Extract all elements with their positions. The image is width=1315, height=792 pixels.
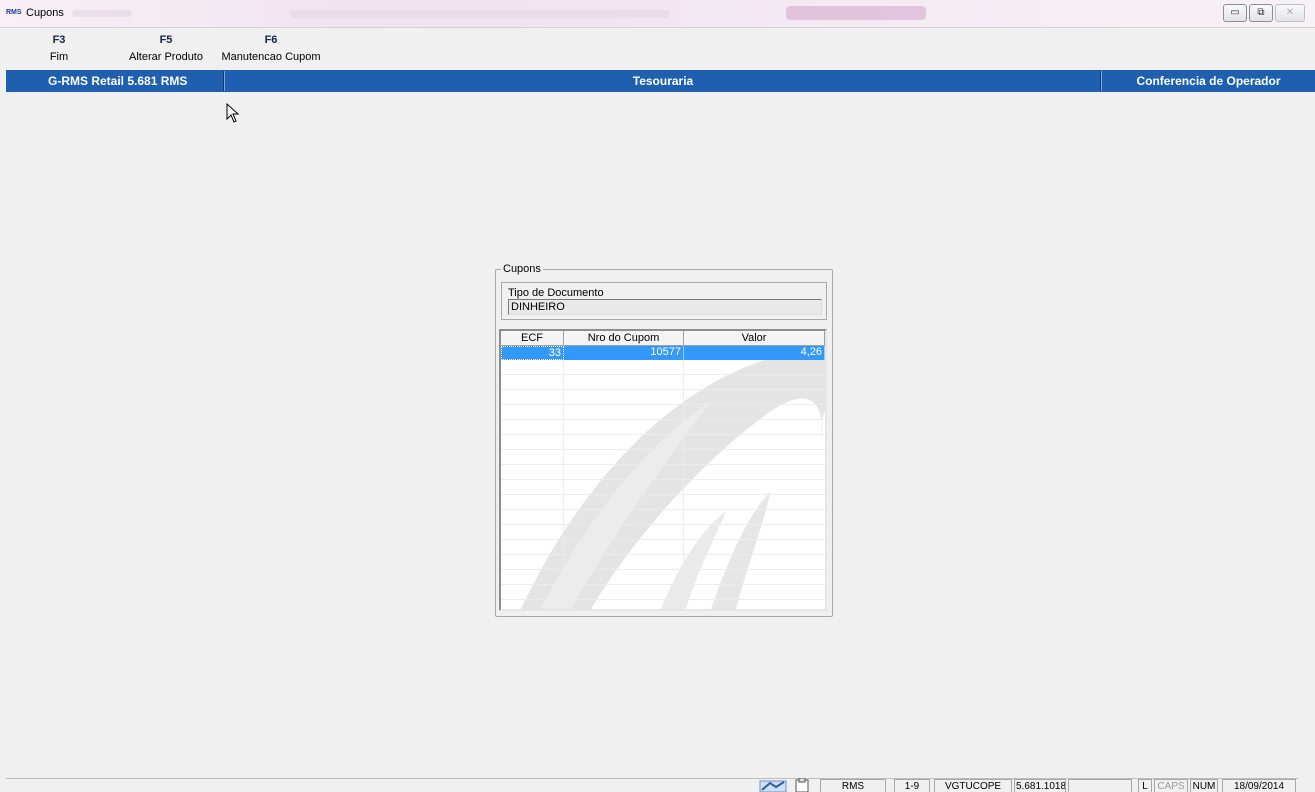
status-empty bbox=[1068, 779, 1132, 792]
restore-button[interactable]: ⧉ bbox=[1249, 4, 1273, 22]
title-blur-decoration bbox=[72, 10, 132, 17]
mouse-cursor-icon bbox=[226, 103, 240, 123]
cupons-legend: Cupons bbox=[501, 263, 543, 275]
module-header-bar: G-RMS Retail 5.681 RMS Tesouraria Confer… bbox=[6, 70, 1315, 92]
status-range: 1-9 bbox=[894, 779, 930, 792]
column-header-nro-cupom[interactable]: Nro do Cupom bbox=[564, 331, 684, 346]
fkey-key: F3 bbox=[52, 34, 66, 46]
fkey-key: F6 bbox=[264, 34, 278, 46]
clipboard-icon[interactable] bbox=[793, 778, 811, 792]
table-row[interactable]: 33 10577 4,26 bbox=[501, 346, 825, 360]
minimize-button[interactable]: ▭ bbox=[1223, 4, 1247, 22]
tipo-documento-label: Tipo de Documento bbox=[508, 287, 604, 299]
fkey-label: Fim bbox=[49, 51, 69, 63]
title-blur-decoration bbox=[786, 6, 926, 20]
grid-header: ECF Nro do Cupom Valor bbox=[501, 331, 825, 346]
status-num: NUM bbox=[1190, 779, 1218, 792]
fkey-label: Alterar Produto bbox=[129, 51, 203, 63]
app-icon: RMS bbox=[6, 9, 22, 16]
fkey-key: F5 bbox=[159, 34, 173, 46]
title-blur-decoration bbox=[290, 10, 670, 18]
status-program: VGTUCOPE bbox=[934, 779, 1012, 792]
window-title: Cupons bbox=[26, 7, 64, 19]
status-l: L bbox=[1138, 779, 1152, 792]
fkey-manutencao-cupom-button[interactable]: F6 Manutencao Cupom bbox=[218, 32, 324, 65]
close-button[interactable]: ✕ bbox=[1275, 4, 1305, 22]
screen-title: Conferencia de Operador bbox=[1136, 74, 1281, 88]
cupons-groupbox: Cupons Tipo de Documento DINHEIRO ECF Nr… bbox=[495, 263, 833, 617]
tipo-documento-field[interactable]: DINHEIRO bbox=[508, 299, 822, 315]
grid-lines bbox=[501, 360, 825, 609]
window-controls: ▭ ⧉ ✕ bbox=[1223, 4, 1305, 22]
module-title: Tesouraria bbox=[632, 74, 694, 88]
status-caps: CAPS bbox=[1154, 779, 1188, 792]
column-header-valor[interactable]: Valor bbox=[684, 331, 825, 346]
cupons-grid[interactable]: ECF Nro do Cupom Valor 33 10577 4,26 bbox=[499, 329, 827, 611]
cell-valor[interactable]: 4,26 bbox=[684, 346, 825, 360]
cell-nro-cupom[interactable]: 10577 bbox=[564, 346, 684, 360]
fkey-alterar-produto-button[interactable]: F5 Alterar Produto bbox=[124, 32, 208, 65]
network-icon[interactable] bbox=[758, 778, 788, 792]
column-header-ecf[interactable]: ECF bbox=[501, 331, 564, 346]
cell-ecf[interactable]: 33 bbox=[501, 346, 564, 360]
app-name: G-RMS Retail 5.681 RMS bbox=[48, 74, 188, 88]
status-date: 18/09/2014 bbox=[1222, 779, 1296, 792]
status-bar: RMS 1-9 VGTUCOPE 5.681.1018 L CAPS NUM 1… bbox=[0, 776, 1315, 792]
fkey-fim-button[interactable]: F3 Fim bbox=[40, 32, 78, 65]
status-system: RMS bbox=[820, 779, 886, 792]
title-bar: RMS Cupons ▭ ⧉ ✕ bbox=[0, 0, 1315, 28]
fkey-label: Manutencao Cupom bbox=[221, 51, 321, 63]
status-version: 5.681.1018 bbox=[1014, 779, 1066, 792]
tipo-documento-box: Tipo de Documento DINHEIRO bbox=[501, 282, 827, 320]
